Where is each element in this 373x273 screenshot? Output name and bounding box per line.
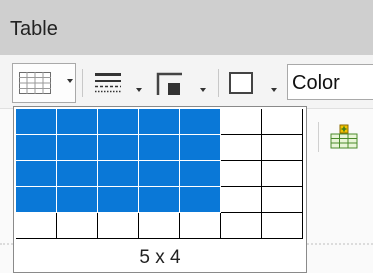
color-label: Color	[292, 72, 340, 94]
grid-cell[interactable]	[98, 187, 139, 213]
window-title: Table	[10, 18, 58, 40]
grid-cell[interactable]	[180, 135, 221, 161]
grid-cell[interactable]	[221, 109, 262, 135]
grid-cell[interactable]	[139, 135, 180, 161]
border-style-button[interactable]	[225, 63, 283, 101]
grid-cell[interactable]	[262, 161, 303, 187]
grid-cell[interactable]	[139, 109, 180, 135]
border-color-button[interactable]	[152, 63, 210, 101]
borders-button[interactable]	[90, 63, 150, 101]
grid-cell[interactable]	[262, 135, 303, 161]
separator	[318, 122, 319, 152]
grid-cell[interactable]	[16, 109, 57, 135]
separator	[82, 69, 83, 97]
grid-cell[interactable]	[262, 187, 303, 213]
grid-cell[interactable]	[57, 187, 98, 213]
grid-cell[interactable]	[57, 135, 98, 161]
grid-cell[interactable]	[16, 135, 57, 161]
insert-rows-icon[interactable]	[329, 124, 359, 155]
grid-cell[interactable]	[16, 213, 57, 239]
chevron-down-icon	[136, 88, 142, 92]
grid-cell[interactable]	[16, 161, 57, 187]
grid-cell[interactable]	[221, 213, 262, 239]
grid-cell[interactable]	[139, 161, 180, 187]
grid-cell[interactable]	[57, 213, 98, 239]
grid-cell[interactable]	[57, 109, 98, 135]
table-size-picker: 5 x 4	[13, 106, 307, 273]
insert-table-button[interactable]	[12, 63, 76, 103]
grid-cell[interactable]	[221, 161, 262, 187]
grid-cell[interactable]	[180, 161, 221, 187]
grid-cell[interactable]	[262, 109, 303, 135]
border-box-icon	[228, 71, 254, 100]
chevron-down-icon	[200, 88, 206, 92]
grid-cell[interactable]	[139, 187, 180, 213]
grid-cell[interactable]	[221, 135, 262, 161]
grid-cell[interactable]	[98, 213, 139, 239]
grid-cell[interactable]	[139, 213, 180, 239]
grid-cell[interactable]	[262, 213, 303, 239]
border-color-icon	[155, 71, 185, 102]
chevron-down-icon	[67, 79, 73, 83]
grid-cell[interactable]	[16, 187, 57, 213]
grid-cell[interactable]	[98, 135, 139, 161]
title-bar: Table	[0, 0, 373, 55]
table-size-label: 5 x 4	[139, 247, 181, 268]
separator	[218, 69, 219, 97]
grid-cell[interactable]	[180, 187, 221, 213]
grid-cell[interactable]	[180, 109, 221, 135]
toolbar: Color	[0, 55, 373, 109]
table-size-grid[interactable]	[16, 109, 303, 239]
color-dropdown[interactable]: Color	[287, 64, 373, 100]
table-grid-icon	[19, 72, 51, 99]
grid-cell[interactable]	[98, 109, 139, 135]
grid-cell[interactable]	[221, 187, 262, 213]
line-style-icon	[93, 71, 123, 100]
chevron-down-icon	[271, 88, 277, 92]
grid-cell[interactable]	[98, 161, 139, 187]
grid-cell[interactable]	[57, 161, 98, 187]
grid-cell[interactable]	[180, 213, 221, 239]
